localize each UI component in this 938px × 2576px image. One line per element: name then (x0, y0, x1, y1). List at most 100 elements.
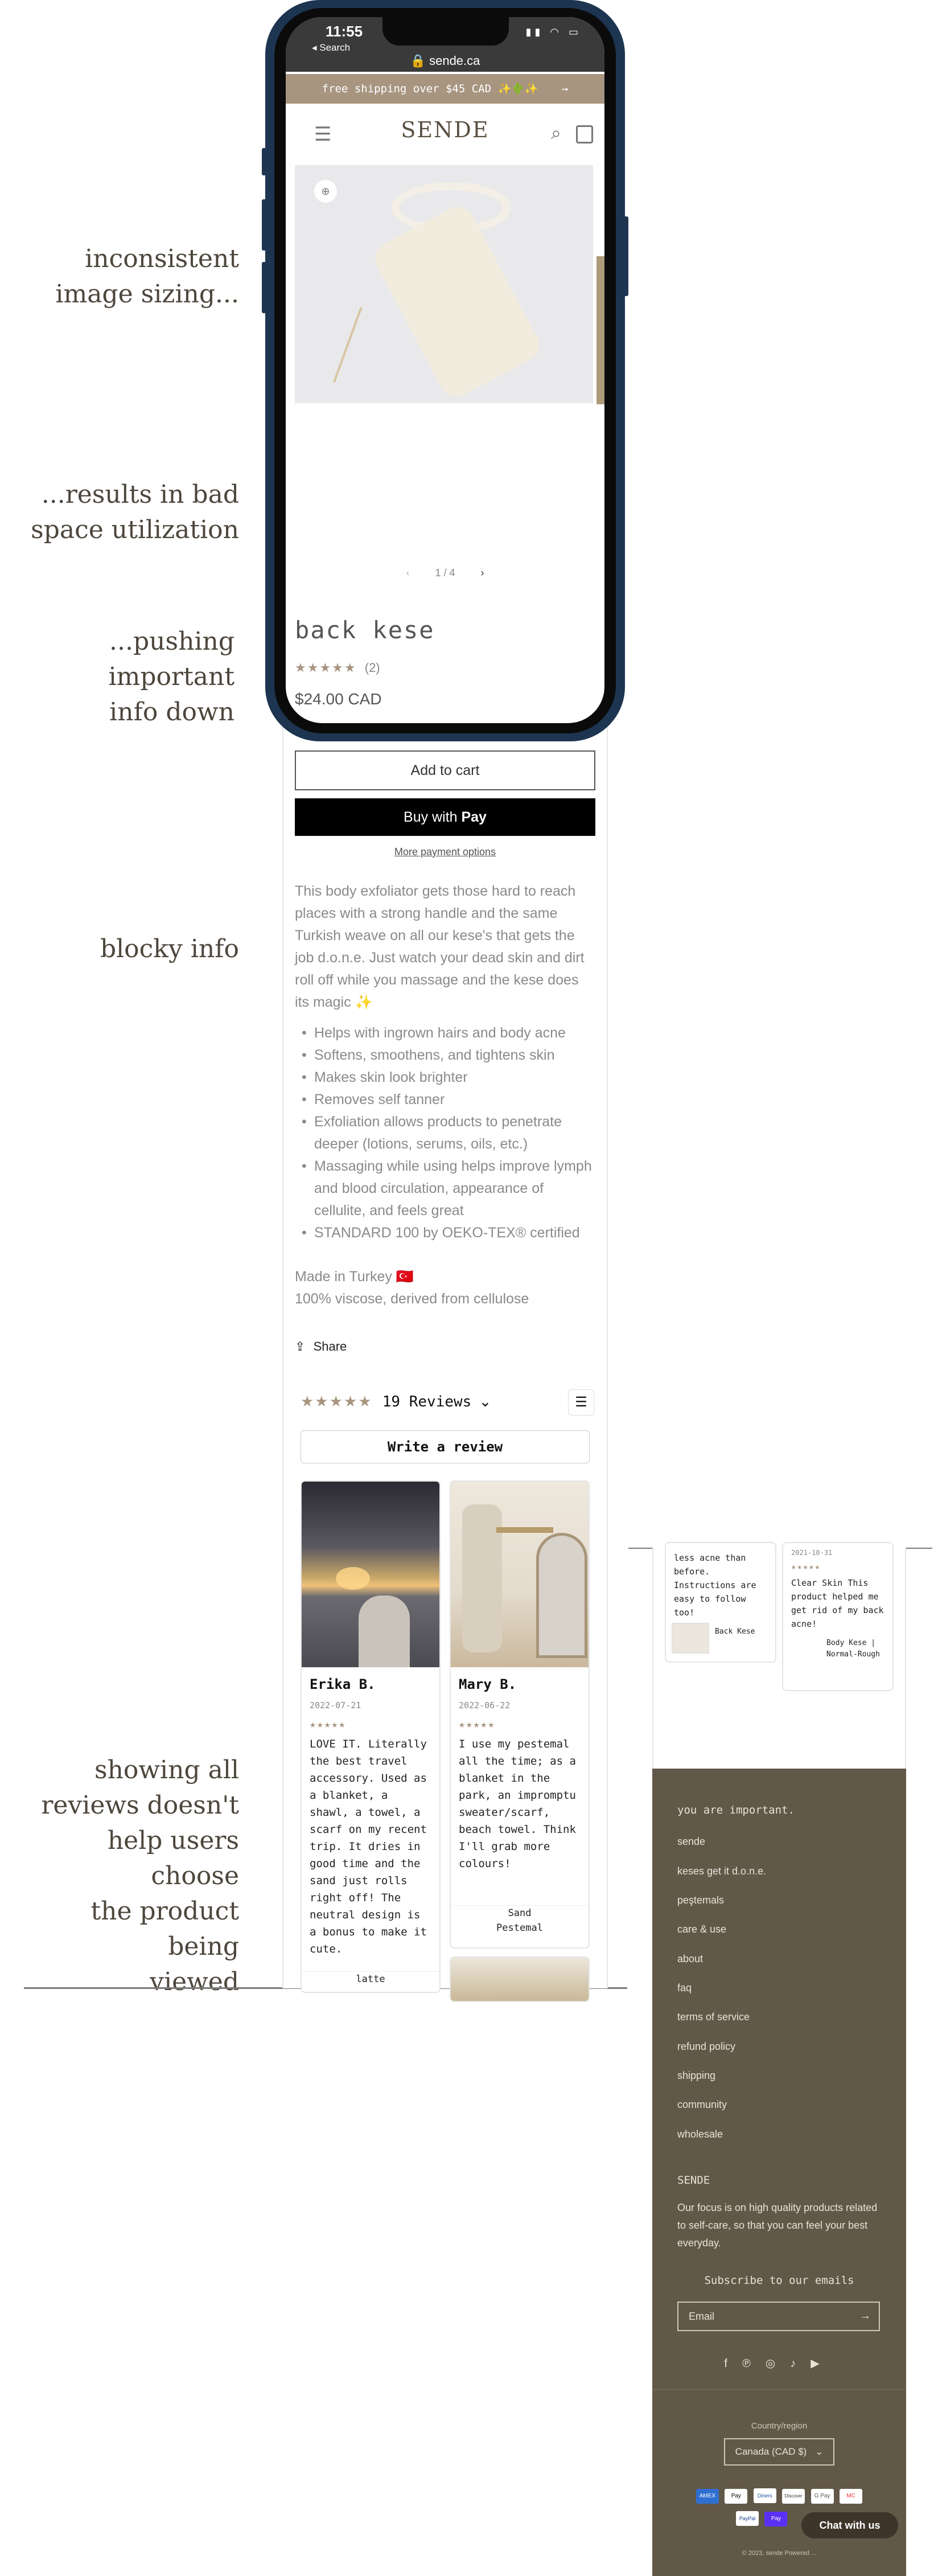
person-silhouette (359, 1595, 410, 1667)
amex-icon: AMEX (696, 2489, 719, 2504)
footer-link[interactable]: sende (677, 1836, 705, 1848)
footer-link[interactable]: community (677, 2099, 727, 2111)
review-date: 2022-07-21 (310, 1700, 361, 1711)
footer-divider (652, 2389, 906, 2390)
more-payment-label: More payment options (394, 846, 496, 858)
chat-label: Chat with us (819, 2520, 881, 2531)
signal-wifi-battery-icon: ▮▮ ◠ ▭ (525, 26, 582, 38)
country-selector[interactable]: Canada (CAD $) ⌄ (724, 2438, 834, 2466)
email-input[interactable]: Email → (677, 2302, 880, 2331)
announcement-bar[interactable]: free shipping over $45 CAD ✨🌵✨ → (286, 74, 604, 104)
google-pay-icon: G Pay (811, 2489, 834, 2504)
footer-link[interactable]: shipping (677, 2070, 715, 2082)
share-label: Share (313, 1339, 347, 1353)
shop-pay-icon: Pay (764, 2512, 788, 2526)
material-text: 100% viscose, derived from cellulose (295, 1291, 529, 1307)
review-photo (451, 1482, 589, 1667)
product-description: This body exfoliator gets those hard to … (295, 883, 585, 1010)
footer-link[interactable]: peştemals (677, 1894, 724, 1906)
paypal-icon: PayPal (736, 2511, 759, 2526)
filter-icon[interactable]: ☰ (568, 1389, 594, 1416)
url-bar[interactable]: 🔒 sende.ca (286, 54, 604, 68)
side-button (262, 148, 266, 175)
benefits-list: Helps with ingrown hairs and body acne S… (295, 1022, 596, 1244)
arrow-right-icon[interactable]: → (859, 2310, 871, 2323)
product-rating[interactable]: ★★★★★ (2) (295, 661, 380, 675)
rating-stars: ★★★★★ (301, 1393, 373, 1410)
chat-with-us-button[interactable]: Chat with us (801, 2512, 898, 2538)
review-photo (302, 1482, 439, 1667)
instagram-icon[interactable]: ◎ (766, 2357, 790, 2370)
product-page-column: Add to cart Buy with Pay More payment op… (282, 706, 608, 2002)
reviewer-name: Mary B. (459, 1676, 517, 1692)
footer-link[interactable]: terms of service (677, 2011, 750, 2023)
social-icons: f℗◎♪▶ (652, 2356, 906, 2370)
footer-link[interactable]: about (677, 1953, 703, 1965)
footer-link[interactable]: faq (677, 1982, 692, 1994)
annotation-line: viewed (150, 1967, 239, 1996)
zoom-icon[interactable]: ⊕ (314, 180, 337, 203)
review-text: LOVE IT. Literally the best travel acces… (310, 1738, 427, 1955)
more-payment-options-link[interactable]: More payment options (283, 846, 607, 858)
add-to-cart-button[interactable]: Add to cart (295, 750, 595, 790)
dried-flower-shape (332, 307, 377, 388)
gallery-pagination: ‹ 1 / 4 › (286, 567, 604, 579)
diners-icon: Diners (753, 2488, 776, 2503)
rack-shape (496, 1527, 553, 1533)
footer-link[interactable]: refund policy (677, 2041, 735, 2053)
mastercard-icon: MC (840, 2489, 863, 2504)
tiktok-icon[interactable]: ♪ (790, 2357, 811, 2370)
product-image[interactable]: ⊕ (295, 165, 593, 403)
review-card[interactable] (450, 1956, 590, 2002)
annotation-line: info down (109, 698, 234, 727)
buy-with-label: Buy with (404, 809, 458, 825)
share-button[interactable]: ⇪ Share (295, 1339, 347, 1354)
annotation-line: blocky info (100, 934, 239, 963)
annotation-line: ...pushing important (108, 627, 234, 691)
review-card[interactable]: less acne than before. Instructions are … (665, 1542, 776, 1663)
email-placeholder: Email (689, 2311, 715, 2322)
review-card[interactable]: 2021-10-31 ★★★★★ Clear Skin This product… (782, 1542, 894, 1691)
discover-icon: Discover (782, 2489, 805, 2504)
review-card[interactable]: Mary B. 2022-06-22 ★★★★★ I use my pestem… (450, 1480, 590, 1949)
phone-frame: 11:55 ◂ Search ▮▮ ◠ ▭ 🔒 sende.ca free sh… (262, 0, 628, 741)
apple-pay-button[interactable]: Buy with Pay (295, 798, 595, 836)
rating-stars: ★★★★★ (459, 1718, 496, 1730)
subscribe-heading: Subscribe to our emails (704, 2274, 854, 2287)
cart-icon[interactable] (576, 125, 593, 143)
chevron-right-icon[interactable]: › (481, 567, 484, 579)
review-photo (451, 1958, 589, 2001)
rating-stars: ★★★★★ (295, 661, 357, 675)
review-date: 2021-10-31 (791, 1549, 833, 1557)
site-logo[interactable]: SENDE (394, 117, 496, 142)
review-product-tag[interactable]: latte (302, 1971, 439, 1987)
back-to-search-link[interactable]: ◂ Search (312, 42, 350, 54)
annotation-showing-reviews: showing all reviews doesn't help users c… (23, 1753, 239, 2000)
next-image-peek (596, 256, 604, 404)
list-item: Softens, smoothens, and tightens skin (295, 1044, 596, 1067)
menu-icon[interactable]: ☰ (314, 123, 331, 146)
status-time: 11:55 (326, 23, 363, 40)
footer-link[interactable]: wholesale (677, 2128, 723, 2140)
pinterest-icon[interactable]: ℗ (742, 2357, 766, 2370)
share-icon: ⇪ (295, 1340, 306, 1354)
youtube-icon[interactable]: ▶ (811, 2357, 834, 2370)
footer-link[interactable]: care & use (677, 1923, 726, 1935)
chevron-down-icon: ⌄ (479, 1393, 492, 1410)
list-item: Exfoliation allows products to penetrate… (295, 1111, 596, 1155)
review-product-tag[interactable]: Back Kese (715, 1627, 755, 1636)
review-product-tag[interactable]: Sand Pestemal (451, 1905, 589, 1935)
footer-link[interactable]: keses get it d.o.n.e. (677, 1865, 766, 1877)
pay-label: Pay (461, 809, 487, 825)
annotation-line: ...results in bad (41, 480, 239, 509)
review-product-tag[interactable]: Body Kese | Normal-Rough (826, 1638, 888, 1660)
annotation-line: reviews doesn't (41, 1791, 239, 1820)
reviews-summary[interactable]: ★★★★★ 19 Reviews ⌄ (301, 1393, 491, 1410)
search-icon[interactable]: ⌕ (551, 122, 561, 144)
chevron-left-icon[interactable]: ‹ (406, 567, 409, 579)
review-card[interactable]: Erika B. 2022-07-21 ★★★★★ LOVE IT. Liter… (301, 1480, 441, 1993)
facebook-icon[interactable]: f (724, 2357, 742, 2370)
notch (382, 17, 509, 46)
write-review-button[interactable]: Write a review (301, 1430, 590, 1463)
annotation-line: the product being (90, 1897, 239, 1961)
